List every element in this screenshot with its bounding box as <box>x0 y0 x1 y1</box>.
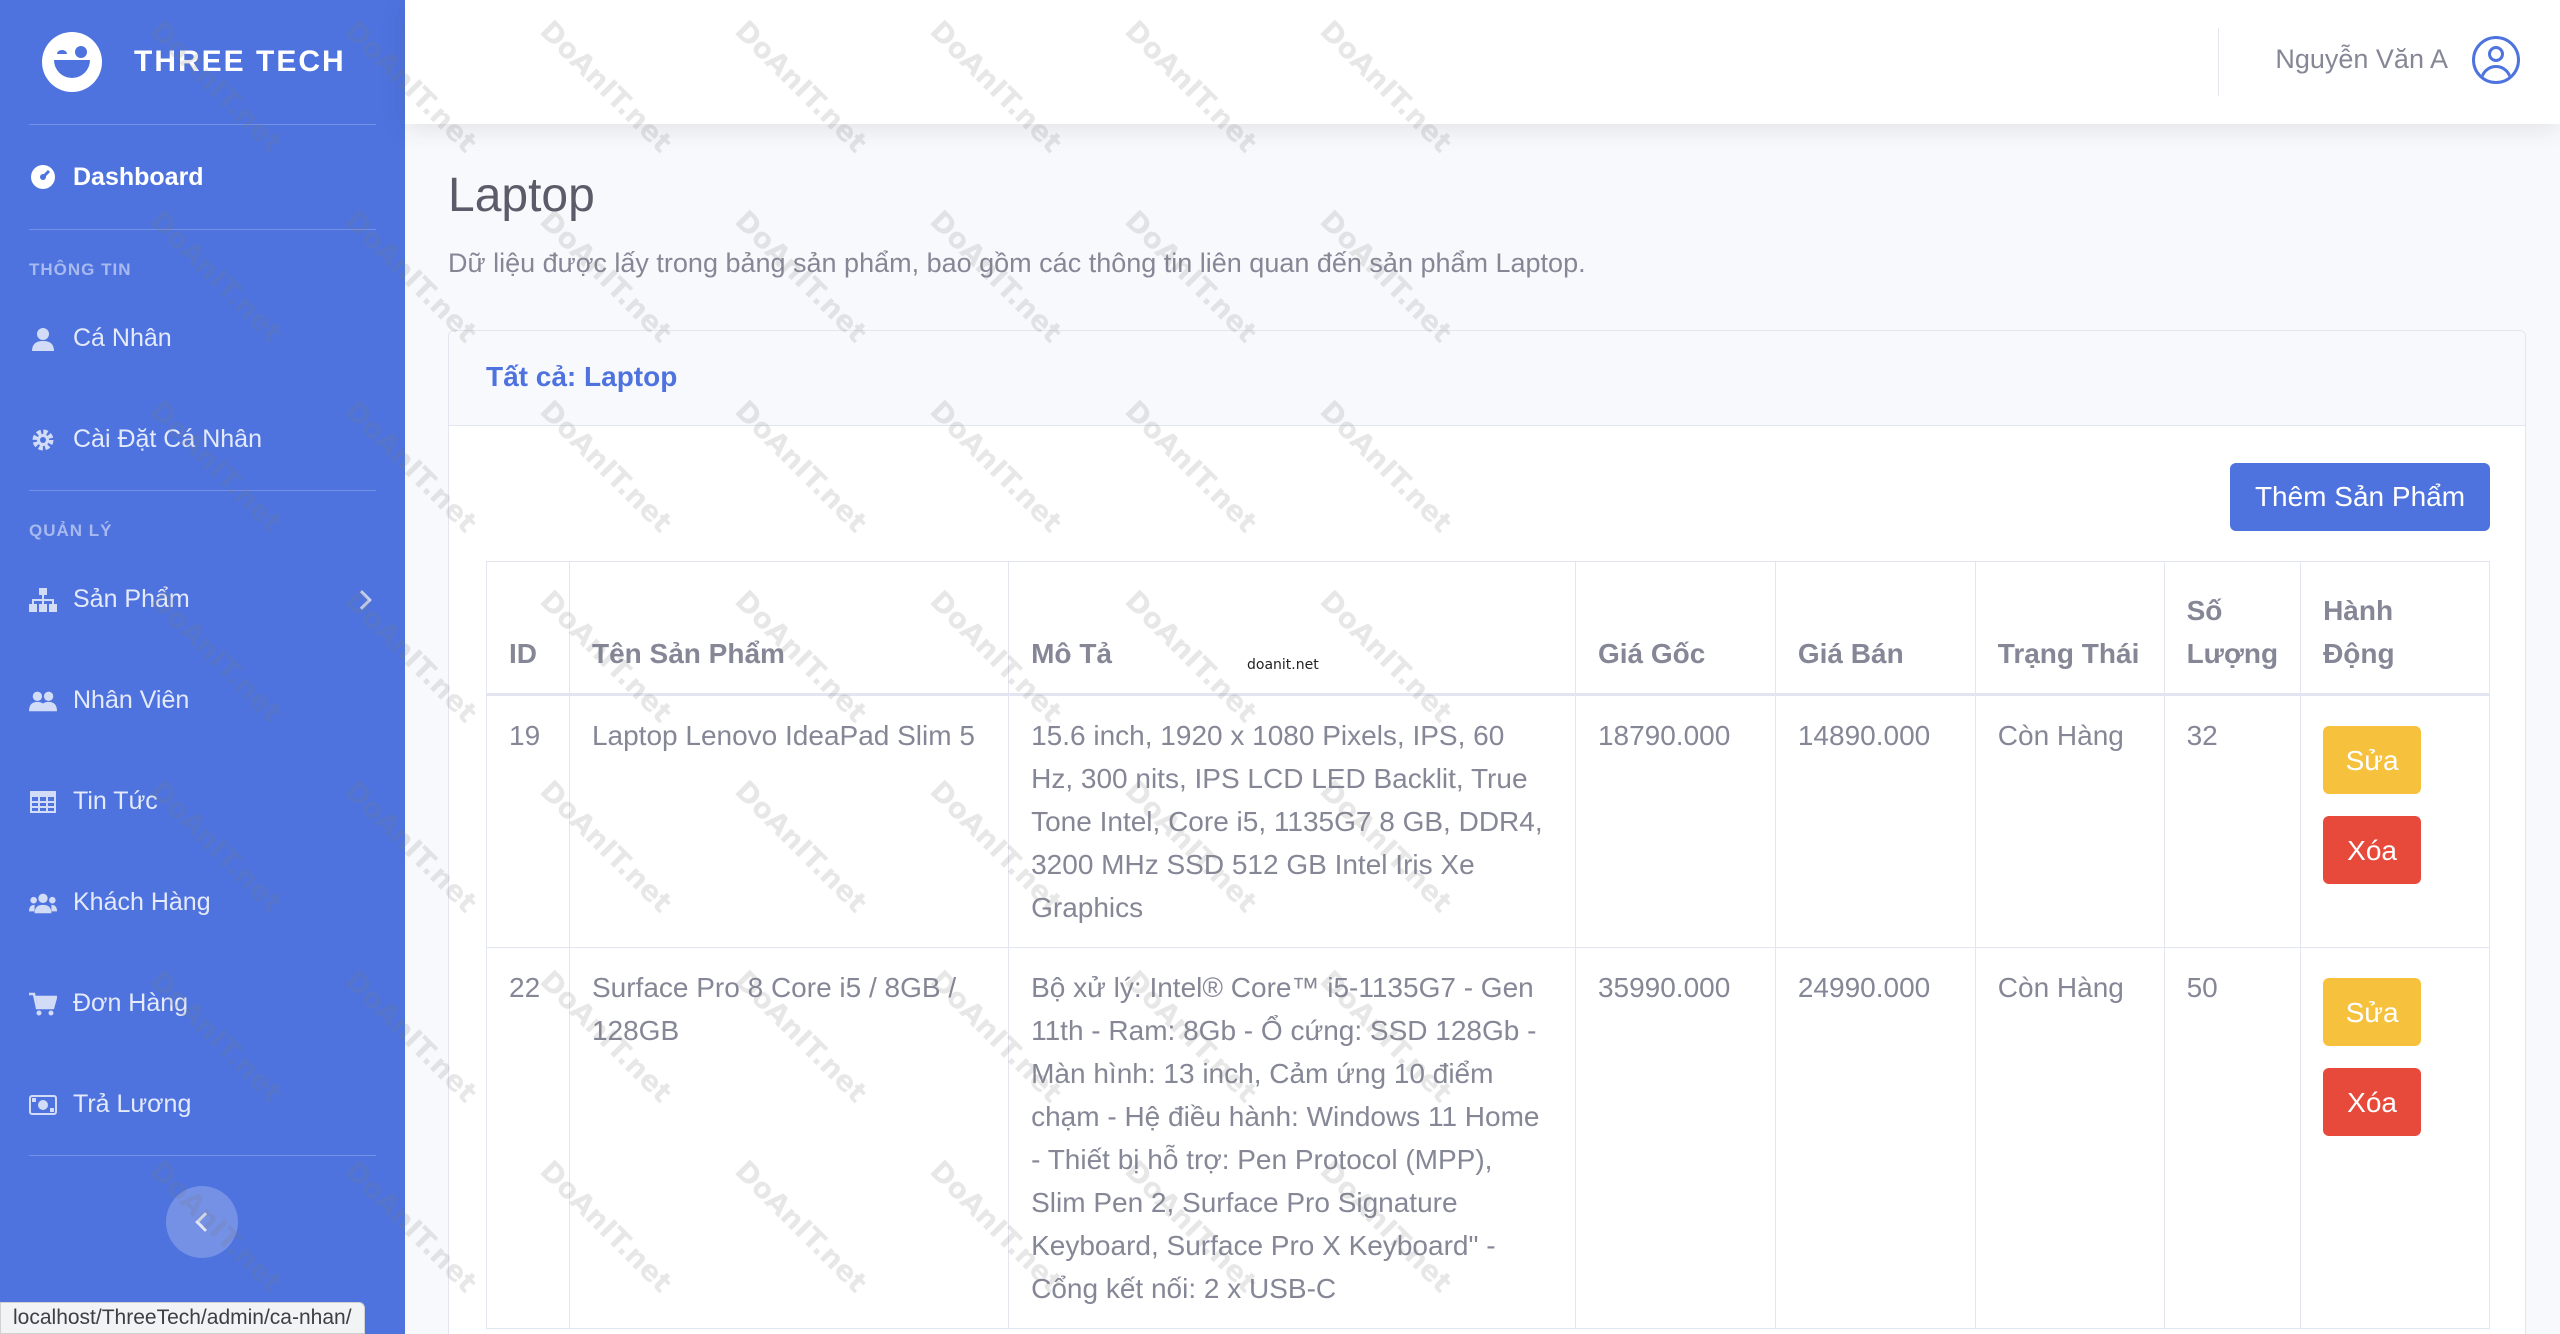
sidebar-item-label: Cá Nhân <box>73 324 172 352</box>
user-avatar-icon[interactable] <box>2472 36 2520 84</box>
cell-quantity: 32 <box>2163 694 2302 948</box>
cell-status: Còn Hàng <box>1974 694 2165 948</box>
sidebar-toggle-button[interactable] <box>166 1186 238 1258</box>
chevron-right-icon <box>352 589 372 610</box>
card-header: Tất cả: Laptop <box>449 331 2525 426</box>
user-name[interactable]: Nguyễn Văn A <box>2275 44 2448 75</box>
cell-id: 19 <box>486 694 570 948</box>
cell-sale-price: 14890.000 <box>1774 694 1976 948</box>
topbar-divider <box>2218 28 2219 96</box>
products-card: Tất cả: Laptop Thêm Sản Phẩm ID Tên Sản … <box>448 330 2526 1334</box>
sidebar-item-san-pham[interactable]: Sản Phẩm <box>0 549 405 650</box>
users-icon <box>29 687 57 715</box>
sidebar-divider <box>29 1155 376 1156</box>
sidebar-item-don-hang[interactable]: Đơn Hàng <box>0 953 405 1054</box>
table-row: 19 Laptop Lenovo IdeaPad Slim 5 15.6 inc… <box>486 694 2490 948</box>
sidebar-item-label: Cài Đặt Cá Nhân <box>73 425 262 453</box>
sidebar-item-dashboard[interactable]: Dashboard <box>0 125 405 229</box>
sidebar-item-label: Tin Tức <box>73 787 158 815</box>
cell-actions: Sửa Xóa <box>2300 947 2490 1329</box>
column-header-original-price[interactable]: Giá Gốc <box>1574 561 1776 696</box>
brand-logo-icon <box>42 32 102 92</box>
page-title: Laptop <box>448 169 595 222</box>
add-product-button[interactable]: Thêm Sản Phẩm <box>2230 463 2490 531</box>
column-header-status[interactable]: Trạng Thái <box>1974 561 2165 696</box>
section-heading-manage: QUẢN LÝ <box>29 521 113 540</box>
cell-name: Laptop Lenovo IdeaPad Slim 5 <box>568 694 1010 948</box>
column-header-id[interactable]: ID <box>486 561 570 696</box>
money-bill-icon <box>29 1091 57 1119</box>
edit-button[interactable]: Sửa <box>2323 726 2422 794</box>
topbar: Nguyễn Văn A <box>405 0 2560 124</box>
brand[interactable]: THREE TECH <box>0 0 405 124</box>
cell-quantity: 50 <box>2163 947 2302 1329</box>
sidebar-item-khach-hang[interactable]: Khách Hàng <box>0 852 405 953</box>
sidebar-item-label: Khách Hàng <box>73 888 211 916</box>
sidebar: THREE TECH Dashboard THÔNG TIN Cá Nhân C… <box>0 0 405 1334</box>
cell-description: Bộ xử lý: Intel® Core™ i5-1135G7 - Gen 1… <box>1008 947 1576 1329</box>
column-header-name[interactable]: Tên Sản Phẩm <box>568 561 1010 696</box>
users-group-icon <box>29 889 57 917</box>
watermark-small-text: doanit.net <box>1247 657 1319 673</box>
sidebar-item-ca-nhan[interactable]: Cá Nhân <box>0 288 405 389</box>
sidebar-item-tin-tuc[interactable]: Tin Tức <box>0 751 405 852</box>
sidebar-item-nhan-vien[interactable]: Nhân Viên <box>0 650 405 751</box>
sidebar-item-label: Nhân Viên <box>73 686 190 714</box>
cell-name: Surface Pro 8 Core i5 / 8GB / 128GB <box>568 947 1010 1329</box>
cell-actions: Sửa Xóa <box>2300 694 2490 948</box>
page-description: Dữ liệu được lấy trong bảng sản phẩm, ba… <box>448 248 1586 278</box>
sidebar-item-label: Trả Lương <box>73 1090 192 1118</box>
products-table: ID Tên Sản Phẩm Mô Tả Giá Gốc Giá Bán Tr… <box>486 561 2490 1329</box>
table-icon <box>29 788 57 816</box>
cell-description: 15.6 inch, 1920 x 1080 Pixels, IPS, 60 H… <box>1008 694 1576 948</box>
column-header-description[interactable]: Mô Tả <box>1008 561 1576 696</box>
cell-original-price: 18790.000 <box>1574 694 1776 948</box>
delete-button[interactable]: Xóa <box>2323 816 2422 884</box>
column-header-actions: Hành Động <box>2300 561 2490 696</box>
gear-icon <box>29 426 57 454</box>
cell-status: Còn Hàng <box>1974 947 2165 1329</box>
sidebar-item-label: Dashboard <box>73 162 204 191</box>
brand-name: THREE TECH <box>134 45 346 78</box>
table-header-row: ID Tên Sản Phẩm Mô Tả Giá Gốc Giá Bán Tr… <box>486 561 2490 696</box>
column-header-sale-price[interactable]: Giá Bán <box>1774 561 1976 696</box>
cell-sale-price: 24990.000 <box>1774 947 1976 1329</box>
edit-button[interactable]: Sửa <box>2323 978 2422 1046</box>
table-row: 22 Surface Pro 8 Core i5 / 8GB / 128GB B… <box>486 947 2490 1329</box>
sidebar-item-label: Đơn Hàng <box>73 989 189 1017</box>
status-bar-url: localhost/ThreeTech/admin/ca-nhan/ <box>0 1302 365 1334</box>
sitemap-icon <box>29 586 57 614</box>
delete-button[interactable]: Xóa <box>2323 1068 2422 1136</box>
user-icon <box>29 325 57 353</box>
column-header-quantity[interactable]: Số Lượng <box>2163 561 2302 696</box>
sidebar-item-cai-dat[interactable]: Cài Đặt Cá Nhân <box>0 389 405 490</box>
tachometer-icon <box>29 163 57 191</box>
cell-original-price: 35990.000 <box>1574 947 1776 1329</box>
section-heading-info: THÔNG TIN <box>29 260 132 279</box>
shopping-cart-icon <box>29 990 57 1018</box>
sidebar-item-label: Sản Phẩm <box>73 585 190 613</box>
chevron-left-icon <box>195 1212 215 1232</box>
cell-id: 22 <box>486 947 570 1329</box>
sidebar-item-tra-luong[interactable]: Trả Lương <box>0 1054 405 1155</box>
